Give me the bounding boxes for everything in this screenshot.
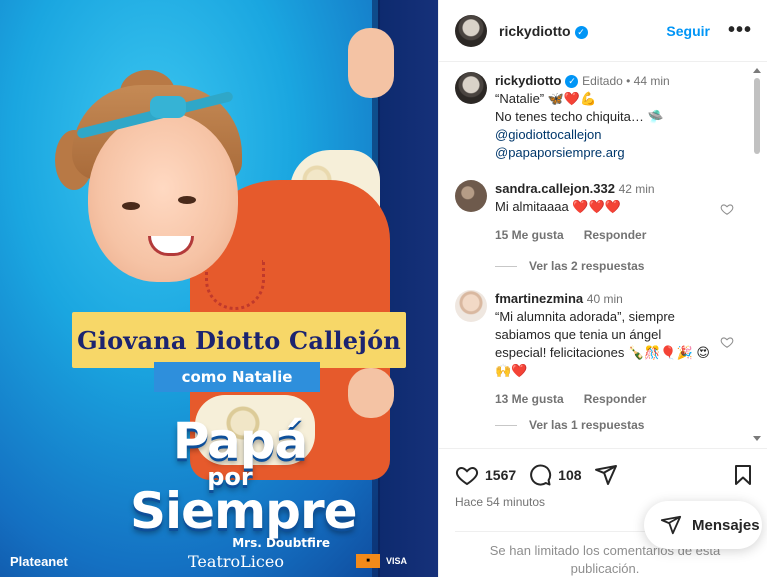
mention-link[interactable]: @papaporsiempre.arg xyxy=(495,145,625,160)
caption-time[interactable]: 44 min xyxy=(634,74,670,88)
comment-likes[interactable]: 13 Me gusta xyxy=(495,392,564,406)
poster-sponsor-bar: Plateanet TeatroLiceo ■ VISA xyxy=(0,545,438,577)
sponsor-plateanet: Plateanet xyxy=(10,553,68,569)
sponsor-visa: VISA xyxy=(386,556,408,566)
poster-role-banner: como Natalie xyxy=(154,362,320,392)
more-options-icon[interactable]: ••• xyxy=(728,19,752,42)
comment-actions: 13 Me gusta Responder xyxy=(495,390,715,408)
edited-label: Editado xyxy=(582,74,623,88)
mention-link[interactable]: @giodiottocallejon xyxy=(495,127,601,142)
poster-title-line3: Siempre xyxy=(130,482,358,541)
replies-divider xyxy=(495,424,517,426)
comment-body: fmartinezmina 40 min “Mi alumnita adorad… xyxy=(495,290,715,408)
comment-item: fmartinezmina 40 min “Mi alumnita adorad… xyxy=(455,290,755,408)
poster-title-line1: Papá xyxy=(172,412,309,470)
comments-count[interactable]: 108 xyxy=(558,467,581,483)
like-icon[interactable] xyxy=(455,463,479,487)
post-timestamp[interactable]: Hace 54 minutos xyxy=(455,495,545,509)
messages-icon xyxy=(660,515,682,535)
comment-username[interactable]: fmartinezmina xyxy=(495,291,583,306)
action-icons: 1567 108 xyxy=(455,463,755,487)
caption-line: No tenes techo chiquita… 🛸 xyxy=(495,109,664,124)
comment-icon[interactable] xyxy=(528,463,552,487)
comment-time[interactable]: 42 min xyxy=(619,182,655,196)
share-icon[interactable] xyxy=(594,463,618,487)
post-image[interactable]: Giovana Diotto Callejón como Natalie Pap… xyxy=(0,0,438,577)
messages-label: Mensajes xyxy=(692,516,760,534)
likes-count[interactable]: 1567 xyxy=(485,467,516,483)
view-replies-button[interactable]: Ver las 2 respuestas xyxy=(495,259,644,273)
verified-icon: ✓ xyxy=(574,25,588,39)
comments-scrollbar[interactable] xyxy=(754,78,760,154)
comment-likes[interactable]: 15 Me gusta xyxy=(495,228,564,242)
author-username[interactable]: rickydiotto ✓ xyxy=(499,23,588,39)
poster-hand xyxy=(348,368,394,418)
like-comment-icon[interactable] xyxy=(720,335,734,349)
verified-icon: ✓ xyxy=(565,75,579,88)
comment-time[interactable]: 40 min xyxy=(587,292,623,306)
poster-show-logo: Papá por Siempre Mrs. Doubtfire xyxy=(130,412,358,549)
commenter-avatar[interactable] xyxy=(455,180,487,212)
comment-username[interactable]: sandra.callejon.332 xyxy=(495,181,615,196)
post-caption: rickydiotto ✓ Editado • 44 min “Natalie” … xyxy=(455,72,755,162)
comment-body: sandra.callejon.332 42 min Mi almitaaaa … xyxy=(495,180,715,244)
caption-text: rickydiotto ✓ Editado • 44 min “Natalie” … xyxy=(495,73,670,160)
replies-divider xyxy=(495,265,517,267)
author-avatar[interactable] xyxy=(455,72,487,104)
comment-actions: 15 Me gusta Responder xyxy=(495,226,715,244)
sponsor-teatro-liceo: TeatroLiceo xyxy=(188,551,284,571)
author-avatar[interactable] xyxy=(455,14,487,47)
poster-eye xyxy=(122,202,140,210)
view-replies-button[interactable]: Ver las 1 respuestas xyxy=(495,418,644,432)
reply-button[interactable]: Responder xyxy=(584,392,647,406)
comments-section[interactable]: rickydiotto ✓ Editado • 44 min “Natalie” … xyxy=(439,62,767,448)
bookmark-icon[interactable] xyxy=(731,463,755,487)
sponsor-badge-icon: ■ xyxy=(356,554,380,568)
commenter-avatar[interactable] xyxy=(455,290,487,322)
follow-button[interactable]: Seguir xyxy=(666,23,710,39)
messages-button[interactable]: Mensajes xyxy=(644,501,762,549)
reply-button[interactable]: Responder xyxy=(584,228,647,242)
comment-text: Mi almitaaaa ❤️❤️❤️ xyxy=(495,199,621,214)
scroll-down-arrow-icon[interactable] xyxy=(753,436,761,441)
post-side-panel: rickydiotto ✓ Seguir ••• rickydiotto ✓ Edi… xyxy=(438,0,767,577)
poster-hand xyxy=(348,28,394,98)
comment-text: “Mi alumnita adorada”, siempre sabiamos … xyxy=(495,309,710,378)
post-header: rickydiotto ✓ Seguir ••• xyxy=(439,0,767,62)
poster-bow xyxy=(150,96,186,118)
poster-figure-face xyxy=(88,112,238,282)
like-comment-icon[interactable] xyxy=(720,202,734,216)
caption-username[interactable]: rickydiotto xyxy=(495,73,561,88)
poster-name-banner: Giovana Diotto Callejón xyxy=(72,312,406,368)
caption-line: “Natalie” 🦋❤️💪 xyxy=(495,91,597,106)
poster-eye xyxy=(178,196,196,204)
comment-item: sandra.callejon.332 42 min Mi almitaaaa … xyxy=(455,180,755,244)
scroll-up-arrow-icon[interactable] xyxy=(753,68,761,73)
